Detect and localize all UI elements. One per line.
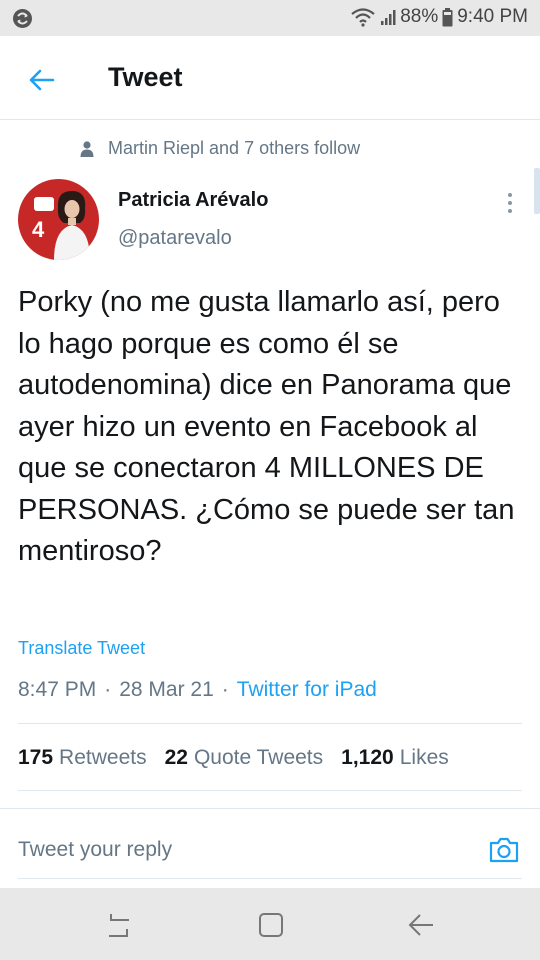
avatar-badge xyxy=(34,197,54,211)
clock: 9:40 PM xyxy=(457,6,528,27)
back-button[interactable] xyxy=(22,60,62,100)
battery-icon xyxy=(442,7,453,27)
divider xyxy=(18,878,522,879)
author-handle[interactable]: @patarevalo xyxy=(118,227,232,250)
scrollbar[interactable] xyxy=(534,168,540,214)
page-title: Tweet xyxy=(108,62,183,92)
meta-separator: · xyxy=(221,678,229,701)
home-button[interactable] xyxy=(256,910,286,940)
person-icon xyxy=(80,140,94,157)
divider xyxy=(0,808,540,809)
reply-input[interactable]: Tweet your reply xyxy=(18,838,172,862)
tweet-source-link[interactable]: Twitter for iPad xyxy=(237,678,377,702)
translate-tweet-link[interactable]: Translate Tweet xyxy=(18,638,145,659)
status-indicators: 88% 9:40 PM xyxy=(350,6,528,28)
tweet-meta: 8:47 PM · 28 Mar 21 · Twitter for iPad xyxy=(18,678,377,702)
quote-tweets-label: Quote Tweets xyxy=(193,746,324,769)
avatar[interactable]: 4 xyxy=(18,179,99,260)
recents-button[interactable] xyxy=(104,910,134,940)
retweets-label: Retweets xyxy=(59,746,147,769)
sync-icon xyxy=(12,8,33,34)
wifi-icon xyxy=(350,7,376,27)
quote-tweets-count: 22 xyxy=(164,746,188,769)
retweets-count: 175 xyxy=(18,746,54,769)
more-dot-icon xyxy=(508,209,512,213)
retweets-stat[interactable]: 175 Retweets xyxy=(18,746,147,770)
likes-count: 1,120 xyxy=(341,746,394,769)
tweet-stats: 175 Retweets 22 Quote Tweets 1,120 Likes xyxy=(18,746,449,770)
camera-button[interactable] xyxy=(486,832,522,868)
back-icon xyxy=(408,914,433,936)
divider xyxy=(18,790,522,791)
divider xyxy=(18,723,522,724)
author-name[interactable]: Patricia Arévalo xyxy=(118,189,268,212)
avatar-number: 4 xyxy=(32,217,45,242)
home-icon xyxy=(259,913,283,937)
social-context[interactable]: Martin Riepl and 7 others follow xyxy=(80,138,360,159)
tweet-text: Porky (no me gusta llamarlo así, pero lo… xyxy=(18,286,515,567)
status-bar: 88% 9:40 PM xyxy=(0,0,540,36)
battery-percent: 88% xyxy=(400,6,439,27)
recents-icon xyxy=(109,914,129,937)
arrow-left-icon xyxy=(29,69,55,91)
system-back-button[interactable] xyxy=(406,910,436,940)
more-dot-icon xyxy=(508,193,512,197)
meta-separator: · xyxy=(104,678,112,701)
likes-label: Likes xyxy=(399,746,449,769)
signal-icon xyxy=(380,8,396,26)
camera-icon xyxy=(489,837,519,863)
quote-tweets-stat[interactable]: 22 Quote Tweets xyxy=(165,746,324,770)
more-options-button[interactable] xyxy=(499,190,521,216)
app-header: Tweet xyxy=(0,36,540,120)
tweet-time: 8:47 PM xyxy=(18,678,97,701)
social-context-text: Martin Riepl and 7 others follow xyxy=(108,138,361,158)
more-dot-icon xyxy=(508,201,512,205)
likes-stat[interactable]: 1,120 Likes xyxy=(341,746,449,770)
avatar-person-image xyxy=(54,191,90,260)
tweet-date: 28 Mar 21 xyxy=(119,678,214,701)
system-nav-bar xyxy=(0,888,540,960)
